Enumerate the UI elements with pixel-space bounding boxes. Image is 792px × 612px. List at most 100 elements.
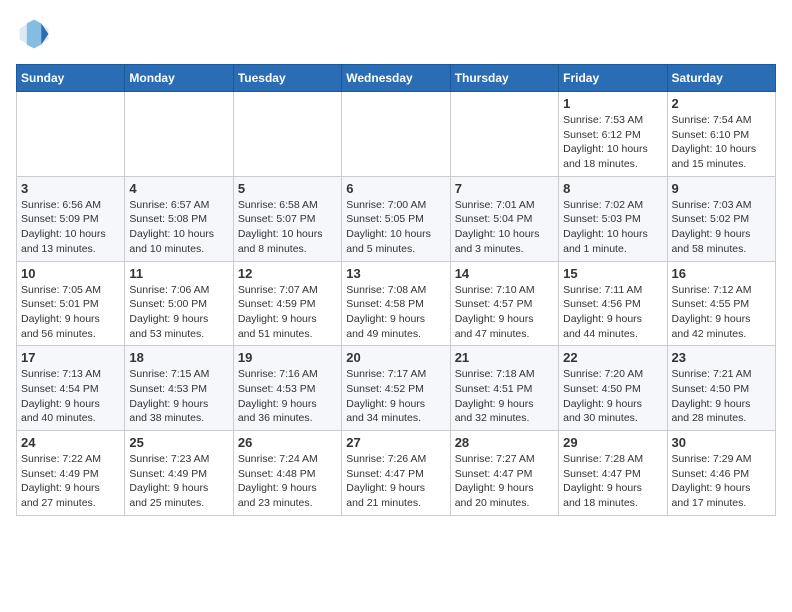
day-info: Sunrise: 7:01 AM Sunset: 5:04 PM Dayligh… — [455, 198, 554, 257]
calendar-cell: 27 Sunrise: 7:26 AM Sunset: 4:47 PM Dayli… — [342, 431, 450, 516]
day-number: 10 — [21, 266, 120, 281]
calendar-cell: 2Sunrise: 7:54 AM Sunset: 6:10 PM Daylig… — [667, 92, 775, 177]
calendar-cell: 21 Sunrise: 7:18 AM Sunset: 4:51 PM Dayli… — [450, 346, 558, 431]
day-info: Sunrise: 7:21 AM Sunset: 4:50 PM Dayligh… — [672, 367, 771, 426]
calendar-cell: 28Sunrise: 7:27 AM Sunset: 4:47 PM Dayli… — [450, 431, 558, 516]
day-info: Sunrise: 6:56 AM Sunset: 5:09 PM Dayligh… — [21, 198, 120, 257]
calendar-cell: 29 Sunrise: 7:28 AM Sunset: 4:47 PM Dayli… — [559, 431, 667, 516]
day-info: Sunrise: 7:20 AM Sunset: 4:50 PM Dayligh… — [563, 367, 662, 426]
day-number: 3 — [21, 181, 120, 196]
day-number: 20 — [346, 350, 445, 365]
day-number: 6 — [346, 181, 445, 196]
day-number: 21 — [455, 350, 554, 365]
day-info: Sunrise: 7:03 AM Sunset: 5:02 PM Dayligh… — [672, 198, 771, 257]
day-info: Sunrise: 7:06 AM Sunset: 5:00 PM Dayligh… — [129, 283, 228, 342]
calendar-cell: 19 Sunrise: 7:16 AM Sunset: 4:53 PM Dayli… — [233, 346, 341, 431]
calendar-week-row: 24 Sunrise: 7:22 AM Sunset: 4:49 PM Dayli… — [17, 431, 776, 516]
calendar-cell: 5 Sunrise: 6:58 AM Sunset: 5:07 PM Daylig… — [233, 176, 341, 261]
day-info: Sunrise: 7:10 AM Sunset: 4:57 PM Dayligh… — [455, 283, 554, 342]
day-number: 9 — [672, 181, 771, 196]
calendar-cell: 13 Sunrise: 7:08 AM Sunset: 4:58 PM Dayli… — [342, 261, 450, 346]
day-number: 17 — [21, 350, 120, 365]
calendar-cell — [125, 92, 233, 177]
calendar-cell: 9 Sunrise: 7:03 AM Sunset: 5:02 PM Daylig… — [667, 176, 775, 261]
calendar-cell: 25 Sunrise: 7:23 AM Sunset: 4:49 PM Dayli… — [125, 431, 233, 516]
calendar-cell: 30 Sunrise: 7:29 AM Sunset: 4:46 PM Dayli… — [667, 431, 775, 516]
calendar-cell: 14 Sunrise: 7:10 AM Sunset: 4:57 PM Dayli… — [450, 261, 558, 346]
logo — [16, 16, 56, 52]
day-number: 8 — [563, 181, 662, 196]
day-info: Sunrise: 7:11 AM Sunset: 4:56 PM Dayligh… — [563, 283, 662, 342]
calendar-cell: 11 Sunrise: 7:06 AM Sunset: 5:00 PM Dayli… — [125, 261, 233, 346]
calendar-cell: 7 Sunrise: 7:01 AM Sunset: 5:04 PM Daylig… — [450, 176, 558, 261]
day-info: Sunrise: 7:16 AM Sunset: 4:53 PM Dayligh… — [238, 367, 337, 426]
calendar-cell: 23 Sunrise: 7:21 AM Sunset: 4:50 PM Dayli… — [667, 346, 775, 431]
calendar-cell — [342, 92, 450, 177]
day-number: 4 — [129, 181, 228, 196]
day-number: 18 — [129, 350, 228, 365]
calendar-week-row: 10 Sunrise: 7:05 AM Sunset: 5:01 PM Dayli… — [17, 261, 776, 346]
calendar-header-row: SundayMondayTuesdayWednesdayThursdayFrid… — [17, 65, 776, 92]
day-info: Sunrise: 7:26 AM Sunset: 4:47 PM Dayligh… — [346, 452, 445, 511]
day-info: Sunrise: 7:22 AM Sunset: 4:49 PM Dayligh… — [21, 452, 120, 511]
calendar-header-friday: Friday — [559, 65, 667, 92]
calendar-week-row: 3 Sunrise: 6:56 AM Sunset: 5:09 PM Daylig… — [17, 176, 776, 261]
day-number: 30 — [672, 435, 771, 450]
day-number: 12 — [238, 266, 337, 281]
calendar-cell: 26 Sunrise: 7:24 AM Sunset: 4:48 PM Dayli… — [233, 431, 341, 516]
day-info: Sunrise: 7:29 AM Sunset: 4:46 PM Dayligh… — [672, 452, 771, 511]
day-info: Sunrise: 7:07 AM Sunset: 4:59 PM Dayligh… — [238, 283, 337, 342]
calendar-cell: 6 Sunrise: 7:00 AM Sunset: 5:05 PM Daylig… — [342, 176, 450, 261]
day-number: 22 — [563, 350, 662, 365]
calendar-header-tuesday: Tuesday — [233, 65, 341, 92]
calendar-cell — [233, 92, 341, 177]
day-info: Sunrise: 7:23 AM Sunset: 4:49 PM Dayligh… — [129, 452, 228, 511]
calendar-cell: 4 Sunrise: 6:57 AM Sunset: 5:08 PM Daylig… — [125, 176, 233, 261]
calendar-table: SundayMondayTuesdayWednesdayThursdayFrid… — [16, 64, 776, 516]
calendar-cell: 17Sunrise: 7:13 AM Sunset: 4:54 PM Dayli… — [17, 346, 125, 431]
day-info: Sunrise: 7:00 AM Sunset: 5:05 PM Dayligh… — [346, 198, 445, 257]
day-number: 28 — [455, 435, 554, 450]
calendar-header-thursday: Thursday — [450, 65, 558, 92]
calendar-cell: 20 Sunrise: 7:17 AM Sunset: 4:52 PM Dayli… — [342, 346, 450, 431]
day-info: Sunrise: 7:15 AM Sunset: 4:53 PM Dayligh… — [129, 367, 228, 426]
calendar-cell: 12 Sunrise: 7:07 AM Sunset: 4:59 PM Dayli… — [233, 261, 341, 346]
day-number: 15 — [563, 266, 662, 281]
day-number: 5 — [238, 181, 337, 196]
day-number: 23 — [672, 350, 771, 365]
day-number: 26 — [238, 435, 337, 450]
day-number: 19 — [238, 350, 337, 365]
calendar-header-saturday: Saturday — [667, 65, 775, 92]
day-info: Sunrise: 7:28 AM Sunset: 4:47 PM Dayligh… — [563, 452, 662, 511]
day-number: 24 — [21, 435, 120, 450]
day-info: Sunrise: 7:05 AM Sunset: 5:01 PM Dayligh… — [21, 283, 120, 342]
calendar-cell: 15 Sunrise: 7:11 AM Sunset: 4:56 PM Dayli… — [559, 261, 667, 346]
calendar-cell: 24 Sunrise: 7:22 AM Sunset: 4:49 PM Dayli… — [17, 431, 125, 516]
day-number: 14 — [455, 266, 554, 281]
day-number: 29 — [563, 435, 662, 450]
day-info: Sunrise: 7:24 AM Sunset: 4:48 PM Dayligh… — [238, 452, 337, 511]
calendar-header-wednesday: Wednesday — [342, 65, 450, 92]
calendar-cell: 22 Sunrise: 7:20 AM Sunset: 4:50 PM Dayli… — [559, 346, 667, 431]
day-number: 25 — [129, 435, 228, 450]
calendar-header-monday: Monday — [125, 65, 233, 92]
day-number: 13 — [346, 266, 445, 281]
day-info: Sunrise: 7:17 AM Sunset: 4:52 PM Dayligh… — [346, 367, 445, 426]
calendar-cell: 16Sunrise: 7:12 AM Sunset: 4:55 PM Dayli… — [667, 261, 775, 346]
calendar-cell: 1Sunrise: 7:53 AM Sunset: 6:12 PM Daylig… — [559, 92, 667, 177]
day-number: 11 — [129, 266, 228, 281]
calendar-cell: 18 Sunrise: 7:15 AM Sunset: 4:53 PM Dayli… — [125, 346, 233, 431]
calendar-week-row: 17Sunrise: 7:13 AM Sunset: 4:54 PM Dayli… — [17, 346, 776, 431]
day-info: Sunrise: 7:02 AM Sunset: 5:03 PM Dayligh… — [563, 198, 662, 257]
calendar-cell — [17, 92, 125, 177]
day-info: Sunrise: 6:58 AM Sunset: 5:07 PM Dayligh… — [238, 198, 337, 257]
calendar-cell: 8 Sunrise: 7:02 AM Sunset: 5:03 PM Daylig… — [559, 176, 667, 261]
day-number: 27 — [346, 435, 445, 450]
day-number: 7 — [455, 181, 554, 196]
day-info: Sunrise: 7:08 AM Sunset: 4:58 PM Dayligh… — [346, 283, 445, 342]
day-info: Sunrise: 7:54 AM Sunset: 6:10 PM Dayligh… — [672, 113, 771, 172]
day-info: Sunrise: 7:18 AM Sunset: 4:51 PM Dayligh… — [455, 367, 554, 426]
day-info: Sunrise: 6:57 AM Sunset: 5:08 PM Dayligh… — [129, 198, 228, 257]
logo-icon — [16, 16, 52, 52]
day-number: 1 — [563, 96, 662, 111]
